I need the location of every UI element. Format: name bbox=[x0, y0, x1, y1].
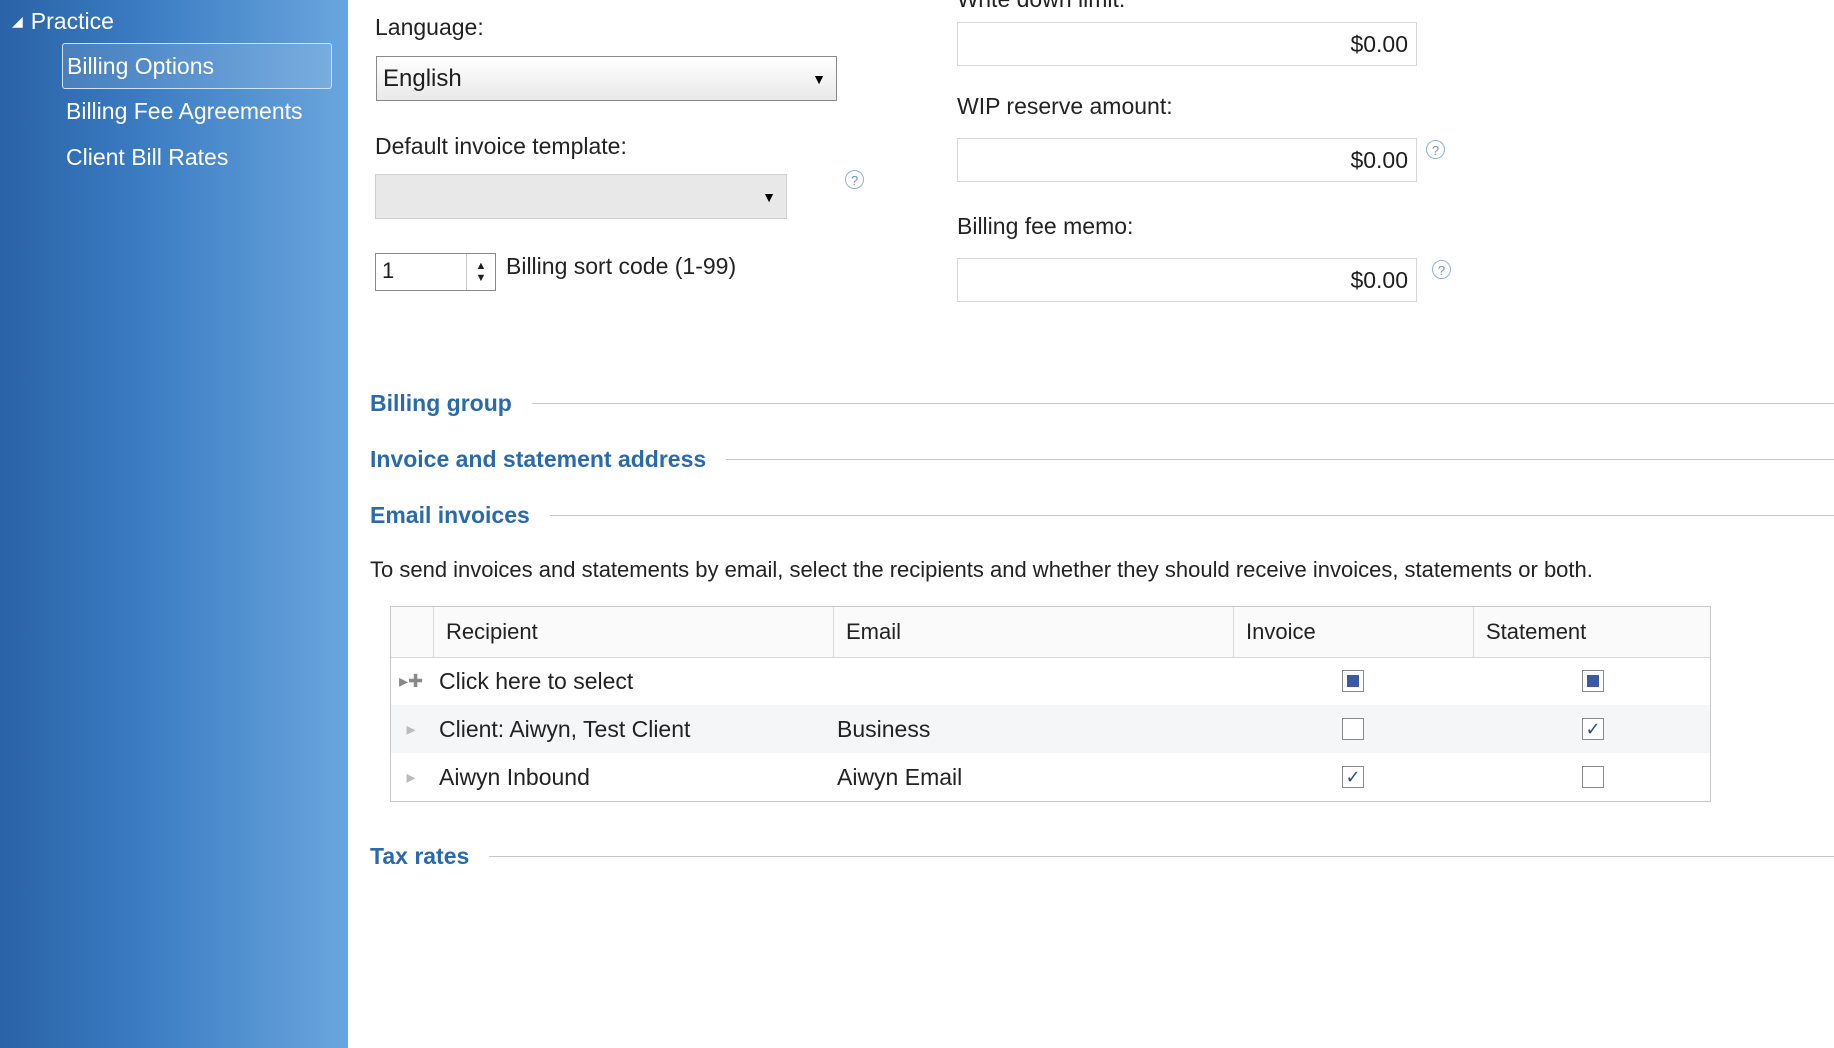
statement-checkbox[interactable] bbox=[1582, 670, 1604, 692]
email-recipients-grid: Recipient Email Invoice Statement ▸✚ Cli… bbox=[390, 606, 1711, 802]
tax-rates-section[interactable]: Tax rates bbox=[370, 843, 1834, 870]
default-invoice-template-label: Default invoice template: bbox=[375, 133, 627, 159]
help-icon[interactable]: ? bbox=[1426, 140, 1445, 159]
section-title: Billing group bbox=[370, 390, 512, 416]
help-icon[interactable]: ? bbox=[1432, 260, 1451, 279]
dropdown-arrow-icon: ▼ bbox=[762, 188, 776, 205]
email-cell[interactable]: Business bbox=[837, 705, 930, 753]
dropdown-arrow-icon: ▼ bbox=[812, 70, 826, 87]
recipient-cell[interactable]: Click here to select bbox=[439, 657, 633, 705]
sidebar-item-billing-options[interactable]: Billing Options bbox=[62, 43, 332, 89]
sidebar-item-label: Client Bill Rates bbox=[66, 144, 229, 170]
row-indicator-icon: ▸ bbox=[406, 767, 416, 787]
write-down-limit-input[interactable]: $0.00 bbox=[957, 22, 1417, 66]
invoice-statement-address-section[interactable]: Invoice and statement address bbox=[370, 446, 1834, 473]
stepper-up-icon[interactable]: ▲ bbox=[476, 260, 487, 272]
default-invoice-template-dropdown[interactable]: ▼ bbox=[375, 174, 787, 219]
language-dropdown[interactable]: English ▼ bbox=[376, 56, 837, 101]
tree-node-practice[interactable]: ◢ Practice bbox=[12, 8, 114, 35]
recipient-cell[interactable]: Aiwyn Inbound bbox=[439, 753, 590, 801]
statement-checkbox[interactable]: ✓ bbox=[1582, 718, 1604, 740]
stepper-down-icon[interactable]: ▼ bbox=[476, 272, 487, 284]
invoice-checkbox[interactable] bbox=[1342, 670, 1364, 692]
invoice-checkbox[interactable] bbox=[1342, 718, 1364, 740]
wip-reserve-amount-label: WIP reserve amount: bbox=[957, 93, 1173, 119]
section-divider bbox=[531, 403, 1834, 404]
billing-fee-memo-input[interactable]: $0.00 bbox=[957, 258, 1417, 302]
language-value: English bbox=[383, 64, 462, 92]
section-divider bbox=[549, 515, 1834, 516]
table-row[interactable]: ▸ Client: Aiwyn, Test Client Business ✓ bbox=[391, 705, 1710, 753]
table-row[interactable]: ▸ Aiwyn Inbound Aiwyn Email ✓ bbox=[391, 753, 1710, 801]
section-title: Tax rates bbox=[370, 843, 470, 869]
invoice-checkbox[interactable]: ✓ bbox=[1342, 766, 1364, 788]
billing-sort-code-stepper[interactable]: 1 ▲ ▼ bbox=[375, 253, 496, 291]
stepper-buttons[interactable]: ▲ ▼ bbox=[466, 254, 495, 290]
section-title: Invoice and statement address bbox=[370, 446, 707, 472]
sidebar-navigation: ◢ Practice Billing Options Billing Fee A… bbox=[0, 0, 348, 1048]
statement-checkbox[interactable] bbox=[1582, 766, 1604, 788]
help-icon[interactable]: ? bbox=[845, 170, 864, 189]
billing-sort-code-label: Billing sort code (1-99) bbox=[506, 253, 737, 279]
row-indicator-icon: ▸ bbox=[406, 719, 416, 739]
column-header-email[interactable]: Email bbox=[833, 607, 1233, 657]
column-header-recipient[interactable]: Recipient bbox=[433, 607, 833, 657]
row-header-cell bbox=[391, 607, 433, 657]
tree-node-label: Practice bbox=[30, 8, 114, 34]
email-cell[interactable]: Aiwyn Email bbox=[837, 753, 962, 801]
sort-code-value: 1 bbox=[382, 258, 395, 283]
add-row-icon: ▸✚ bbox=[398, 671, 424, 691]
section-title: Email invoices bbox=[370, 502, 530, 528]
email-invoices-section[interactable]: Email invoices bbox=[370, 502, 1834, 529]
column-header-statement[interactable]: Statement bbox=[1473, 607, 1712, 657]
table-row[interactable]: ▸✚ Click here to select bbox=[391, 657, 1710, 705]
sidebar-item-label: Billing Options bbox=[67, 53, 215, 79]
recipient-cell[interactable]: Client: Aiwyn, Test Client bbox=[439, 705, 690, 753]
sidebar-item-client-bill-rates[interactable]: Client Bill Rates bbox=[62, 135, 228, 179]
section-divider bbox=[726, 459, 1834, 460]
sidebar-item-label: Billing Fee Agreements bbox=[66, 98, 303, 124]
collapse-caret-icon[interactable]: ◢ bbox=[12, 13, 23, 30]
section-divider bbox=[489, 856, 1834, 857]
write-down-limit-label: Write down limit: bbox=[957, 0, 1125, 13]
wip-reserve-amount-input[interactable]: $0.00 bbox=[957, 138, 1417, 182]
language-label: Language: bbox=[375, 14, 484, 40]
billing-fee-memo-label: Billing fee memo: bbox=[957, 213, 1134, 239]
column-header-invoice[interactable]: Invoice bbox=[1233, 607, 1473, 657]
billing-group-section[interactable]: Billing group bbox=[370, 390, 1834, 417]
grid-header: Recipient Email Invoice Statement bbox=[391, 607, 1710, 658]
email-description: To send invoices and statements by email… bbox=[370, 557, 1593, 582]
sidebar-item-billing-fee-agreements[interactable]: Billing Fee Agreements bbox=[62, 89, 303, 133]
